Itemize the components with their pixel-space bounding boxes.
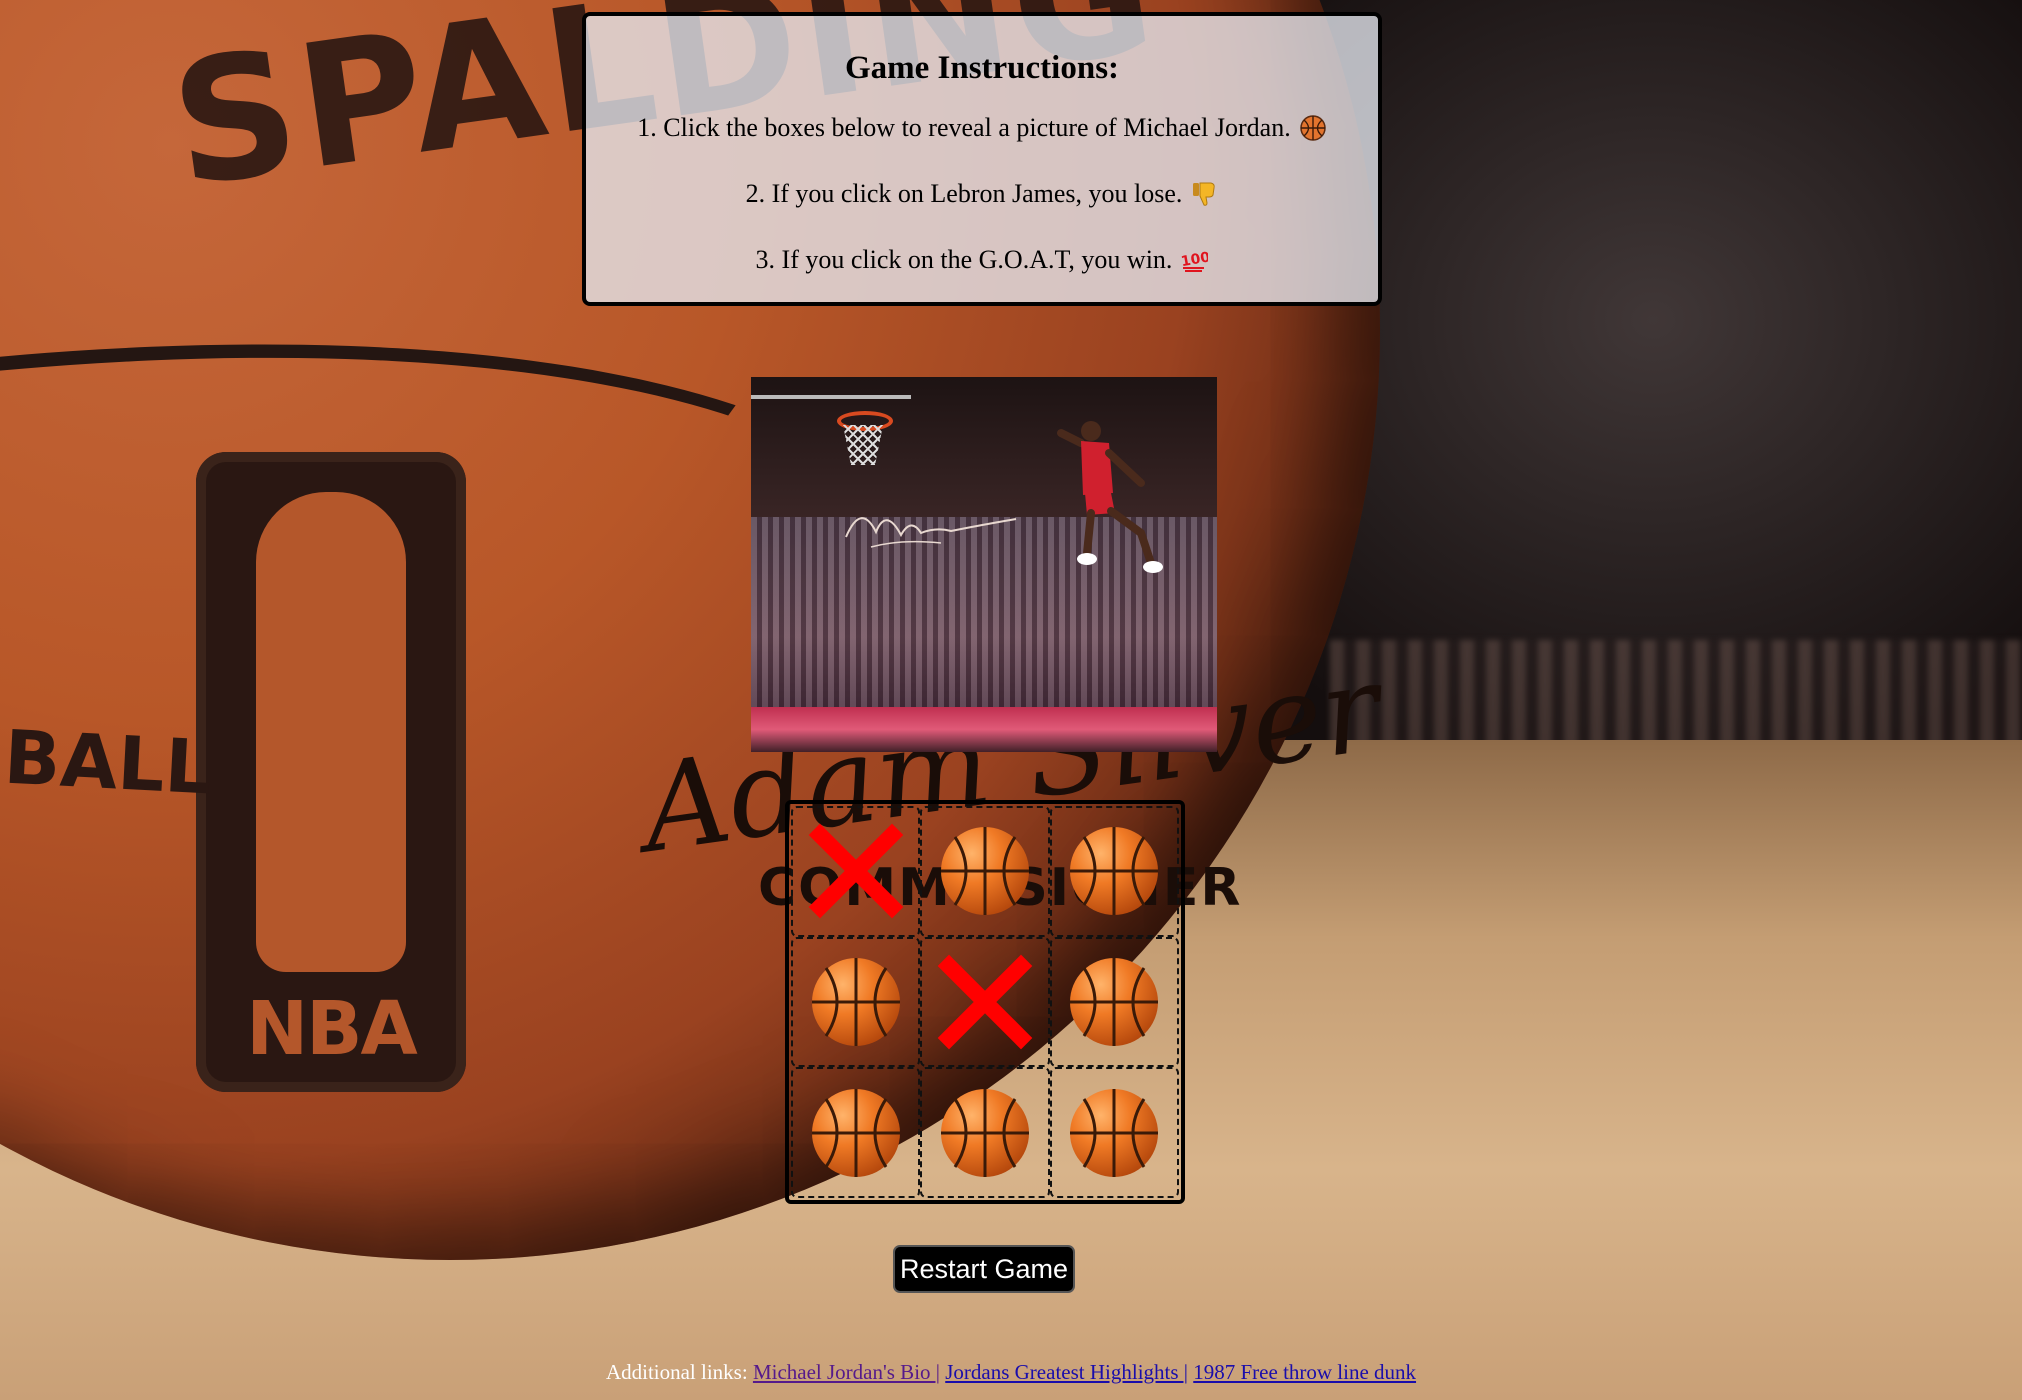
nba-logo: NBA [196,452,466,1092]
grid-cell[interactable] [920,1067,1050,1198]
game-board [785,800,1185,1204]
grid-cell[interactable] [791,806,921,937]
grid-cell[interactable] [791,1067,921,1198]
basketball-icon [940,1088,1029,1177]
link-jordan-highlights[interactable]: Jordans Greatest Highlights | [945,1360,1188,1384]
basketball-icon [811,957,900,1046]
grid-cell[interactable] [791,936,921,1068]
grid-cell[interactable] [1049,1067,1179,1198]
signature-image [845,517,1017,548]
basketball-icon [940,827,1029,916]
michael-jordan-picture [751,377,1217,752]
instruction-text: 3. If you click on the G.O.A.T, you win. [755,245,1173,274]
footer-links: Additional links: Michael Jordan's Bio |… [0,1360,2022,1385]
nba-logo-text: NBA [246,986,418,1072]
instruction-step: 3. If you click on the G.O.A.T, you win.… [586,245,1378,275]
instruction-text: 1. Click the boxes below to reveal a pic… [637,113,1291,142]
footer-prefix: Additional links: [605,1360,748,1384]
grid-cell[interactable] [920,806,1050,937]
grid-cell[interactable] [1049,806,1179,937]
restart-game-button[interactable]: Restart Game [893,1245,1075,1293]
x-mark-icon [808,824,903,919]
basketball-icon [1070,957,1159,1046]
grid-cell[interactable] [920,936,1050,1068]
game-page: SPALDING NBA BALL Adam Silver COMMISSION… [0,0,2022,1400]
x-mark-icon [937,954,1033,1050]
instruction-text: 2. If you click on Lebron James, you los… [745,179,1183,208]
picture-floor [751,707,1217,752]
instruction-step: 2. If you click on Lebron James, you los… [586,179,1378,209]
basketball-icon [1070,827,1159,916]
link-jordan-bio[interactable]: Michael Jordan's Bio | [753,1360,940,1384]
instruction-step: 1. Click the boxes below to reveal a pic… [586,113,1378,143]
basketball-icon [1299,115,1326,141]
instructions-title: Game Instructions: [844,50,1120,86]
link-free-throw-dunk[interactable]: 1987 Free throw line dunk [1193,1360,1416,1384]
hundred-points-icon: 100 [1180,249,1208,272]
picture-player [1057,421,1163,573]
nba-logo-figure [256,492,406,972]
basketball-icon [1070,1088,1159,1177]
basketball-icon [811,1088,900,1177]
instructions-panel: Game Instructions: 1. Click the boxes be… [582,12,1382,306]
ball-side-text: BALL [1,714,215,812]
grid-cell[interactable] [1049,936,1179,1068]
thumbs-down-icon [1193,182,1216,206]
